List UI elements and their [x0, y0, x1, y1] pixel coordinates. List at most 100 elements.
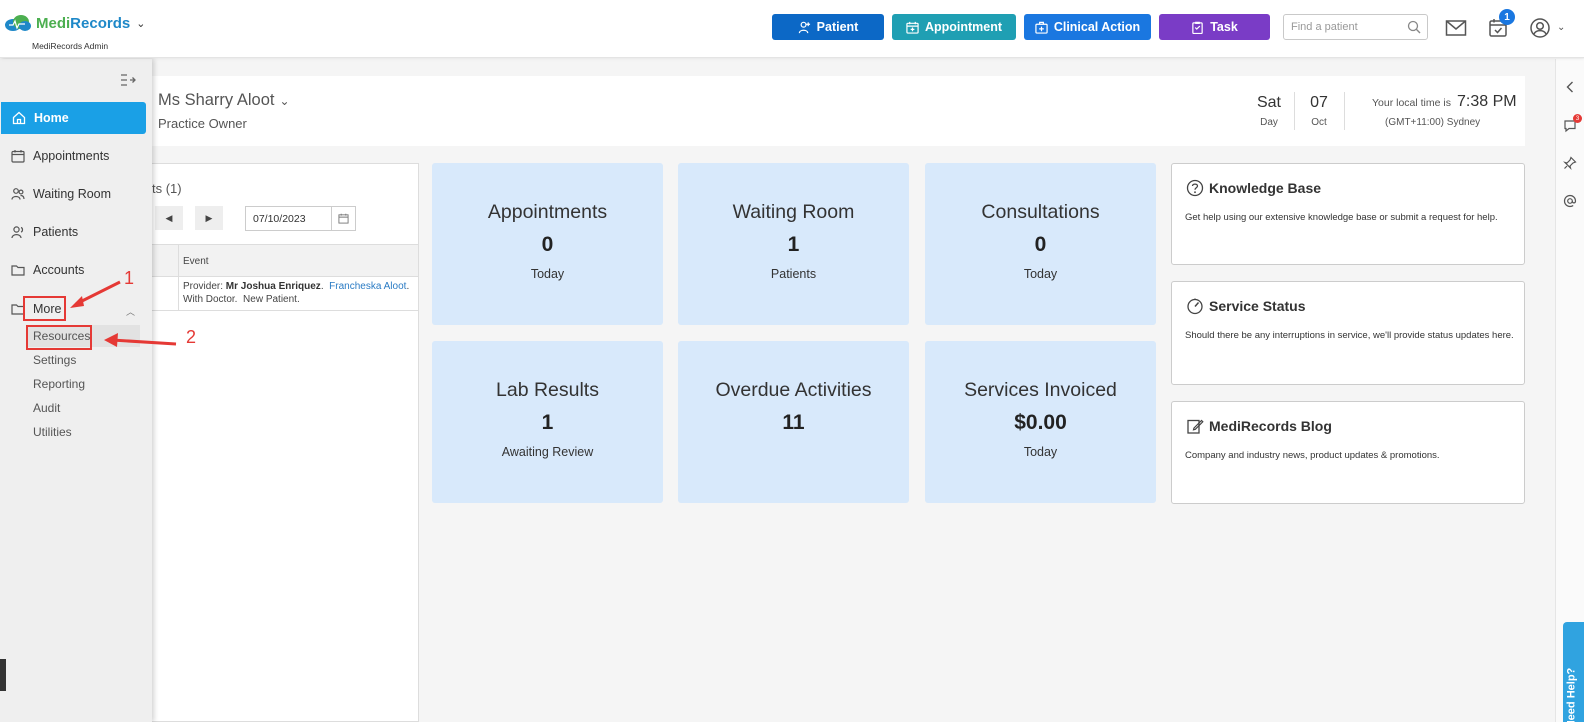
tile-subtitle: Today — [530, 267, 565, 281]
appointments-panel: ts (1) ◀ ▶ 07/10/2023 Event Provider: Mr… — [152, 163, 419, 722]
user-account-icon[interactable] — [1529, 17, 1551, 39]
folder-icon — [11, 265, 25, 276]
people-icon — [11, 188, 25, 200]
chevron-left-icon[interactable] — [1563, 80, 1577, 94]
month: Oct — [1311, 117, 1327, 128]
logo[interactable]: MediRecords ⌄ — [4, 14, 145, 32]
new-task-button[interactable]: Task — [1159, 14, 1270, 40]
search-icon[interactable] — [1407, 20, 1421, 34]
sidebar-item-patients[interactable]: Patients — [0, 216, 145, 248]
card-body: Company and industry news, product updat… — [1185, 450, 1440, 461]
card-title: Knowledge Base — [1209, 180, 1322, 196]
card-knowledge-base[interactable]: Knowledge Base Get help using our extens… — [1171, 163, 1525, 265]
tile-value: 1 — [787, 233, 800, 256]
column-event: Event — [183, 256, 209, 267]
date-picker[interactable]: 07/10/2023 — [245, 206, 356, 231]
tile-subtitle: Patients — [770, 267, 817, 281]
divider — [1344, 92, 1345, 130]
tile-value: 11 — [782, 411, 805, 434]
user-name-text: Ms Sharry Aloot — [158, 91, 275, 109]
tile-title: Lab Results — [496, 379, 599, 401]
logo-text: MediRecords — [36, 14, 131, 32]
calendar-plus-icon — [906, 21, 919, 34]
need-help-tab[interactable]: Need Help? — [1563, 622, 1584, 722]
sidebar-subitem-utilities[interactable]: Utilities — [33, 425, 72, 439]
sidebar-item-appointments[interactable]: Appointments — [0, 140, 145, 172]
provider-name: Mr Joshua Enriquez — [225, 281, 321, 292]
card-body: Get help using our extensive knowledge b… — [1185, 212, 1498, 223]
new-patient-button[interactable]: Patient — [772, 14, 884, 40]
new-appointment-label: Appointment — [924, 20, 1003, 34]
edit-note-icon — [1187, 419, 1204, 434]
sidebar-item-waiting-room[interactable]: Waiting Room — [0, 178, 145, 210]
clinical-action-label: Clinical Action — [1053, 20, 1141, 34]
collapse-sidebar-icon[interactable] — [120, 73, 136, 87]
chevron-down-icon[interactable]: ⌄ — [136, 17, 145, 30]
user-name[interactable]: Ms Sharry Aloot ⌄ — [158, 91, 290, 110]
welcome-banner: Ms Sharry Aloot ⌄ Practice Owner Sat Day … — [152, 76, 1525, 146]
card-medirecords-blog[interactable]: MediRecords Blog Company and industry ne… — [1171, 401, 1525, 504]
need-help-label: Need Help? — [1565, 667, 1578, 722]
chevron-down-icon[interactable]: ⌄ — [279, 94, 289, 108]
top-header: MediRecords ⌄ MediRecords Admin Patient … — [0, 0, 1584, 58]
pin-icon[interactable] — [1563, 156, 1577, 170]
tile-title: Waiting Room — [732, 201, 855, 223]
local-time-label: Your local time is — [1372, 97, 1451, 109]
sidebar-subitem-settings[interactable]: Settings — [33, 353, 76, 367]
sidebar-item-label: Appointments — [33, 149, 110, 163]
sidebar-item-label: Home — [34, 111, 69, 125]
tile-services-invoiced[interactable]: Services Invoiced $0.00 Today — [925, 341, 1156, 503]
cloud-logo-icon — [5, 15, 31, 31]
sidebar-item-label: Waiting Room — [33, 187, 112, 201]
side-tab-handle[interactable] — [0, 659, 6, 691]
tile-lab-results[interactable]: Lab Results 1 Awaiting Review — [432, 341, 663, 503]
tile-value: 1 — [541, 411, 554, 434]
tile-title: Services Invoiced — [964, 379, 1117, 401]
annotation-box-more — [23, 296, 66, 321]
tasks-count-badge: 1 — [1499, 9, 1515, 25]
tile-title: Appointments — [487, 201, 608, 223]
card-service-status[interactable]: Service Status Should there be any inter… — [1171, 281, 1525, 385]
patient-link-first[interactable]: Francheska — [329, 281, 381, 292]
appointments-panel-title: ts (1) — [152, 181, 182, 196]
mail-icon[interactable] — [1445, 17, 1467, 39]
tile-subtitle: Awaiting Review — [501, 445, 594, 459]
tile-overdue-activities[interactable]: Overdue Activities 11 — [678, 341, 909, 503]
tile-appointments[interactable]: Appointments 0 Today — [432, 163, 663, 325]
tile-consultations[interactable]: Consultations 0 Today — [925, 163, 1156, 325]
weekday-label: Day — [1260, 117, 1278, 128]
next-day-button[interactable]: ▶ — [195, 206, 223, 230]
sidebar-subitem-reporting[interactable]: Reporting — [33, 377, 85, 391]
question-circle-icon — [1186, 179, 1204, 197]
timezone: (GMT+11:00) Sydney — [1385, 117, 1481, 128]
patient-link-last[interactable]: Aloot — [384, 281, 407, 292]
tile-title: Overdue Activities — [715, 379, 872, 401]
sidebar-item-label: Patients — [33, 225, 79, 239]
tile-subtitle: Today — [1023, 445, 1058, 459]
sidebar-item-home[interactable]: Home — [1, 102, 146, 134]
new-task-label: Task — [1210, 20, 1238, 34]
at-sign-icon[interactable] — [1563, 194, 1577, 208]
calendar-icon[interactable] — [331, 207, 355, 230]
medical-bag-icon — [1035, 21, 1048, 34]
sidebar-subitem-audit[interactable]: Audit — [33, 401, 60, 415]
org-subtitle: MediRecords Admin — [32, 41, 109, 51]
new-patient-label: Patient — [816, 20, 859, 34]
tile-waiting-room[interactable]: Waiting Room 1 Patients — [678, 163, 909, 325]
tile-value: 0 — [541, 233, 554, 256]
table-row[interactable]: Provider: Mr Joshua Enriquez. Francheska… — [183, 280, 413, 306]
chevron-down-icon[interactable]: ⌄ — [1557, 22, 1565, 33]
annotation-number: 1 — [124, 268, 135, 288]
add-user-icon — [798, 21, 810, 33]
gauge-icon — [1187, 298, 1203, 315]
dashboard: ts (1) ◀ ▶ 07/10/2023 Event Provider: Mr… — [152, 163, 1525, 722]
tile-subtitle: Today — [1023, 267, 1058, 281]
card-body: Should there be any interruptions in ser… — [1185, 330, 1514, 341]
new-appointment-button[interactable]: Appointment — [892, 14, 1016, 40]
clinical-action-button[interactable]: Clinical Action — [1024, 14, 1151, 40]
user-role: Practice Owner — [158, 116, 247, 131]
card-title: Service Status — [1209, 298, 1306, 314]
patient-search-input[interactable] — [1284, 15, 1399, 39]
caret-left-icon: ◀ — [165, 212, 173, 223]
prev-day-button[interactable]: ◀ — [155, 206, 183, 230]
